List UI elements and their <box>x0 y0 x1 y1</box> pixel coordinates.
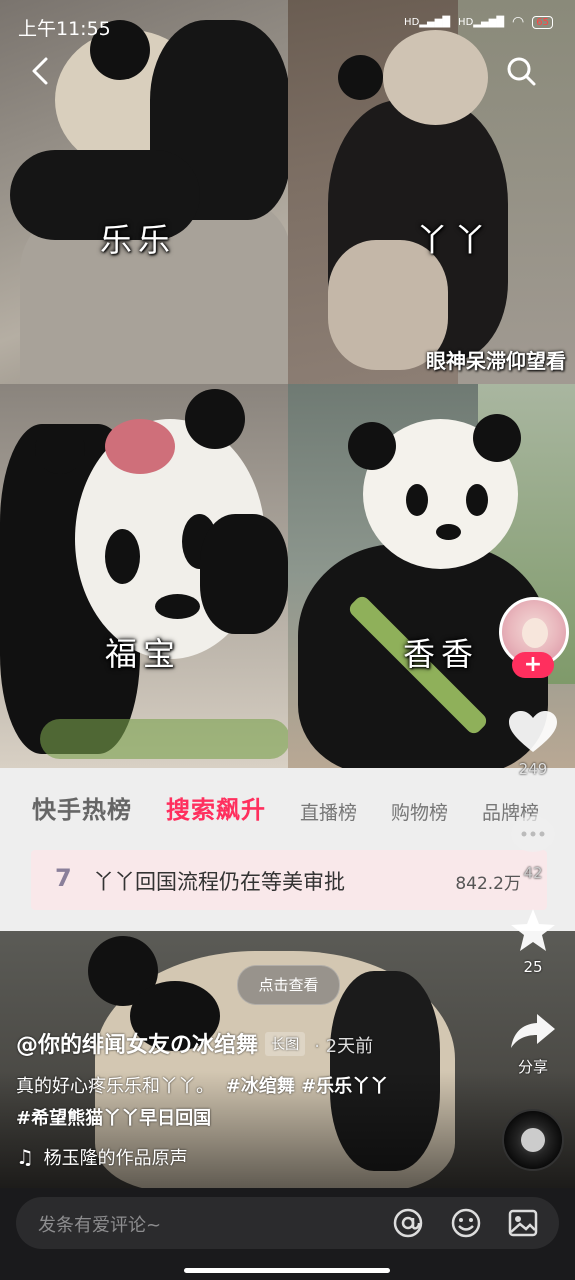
tab-shopping[interactable]: 购物榜 <box>391 798 448 825</box>
photo-tile-fubao[interactable]: 福宝 <box>0 384 288 768</box>
chevron-left-icon <box>32 57 48 85</box>
post-time: · 2天前 <box>314 1036 374 1057</box>
tab-search-rising[interactable]: 搜索飙升 <box>166 790 266 825</box>
status-icons: HD▂▄▆█ HD▂▄▆█ ◠ 65 <box>404 14 553 30</box>
comment-input-bar[interactable]: 发条有爱评论~ <box>16 1197 559 1249</box>
comment-input[interactable]: 发条有爱评论~ <box>38 1211 161 1237</box>
tile-overlay-text: 眼神呆滞仰望看 <box>426 349 566 373</box>
comment-button[interactable]: 42 <box>505 812 561 882</box>
status-time: 上午11:55 <box>18 18 111 40</box>
tile-label-lele: 乐乐 <box>100 221 177 259</box>
emoji-icon[interactable] <box>450 1207 482 1239</box>
signal-icon: HD▂▄▆█ <box>404 16 451 28</box>
tab-kuaishou-hot[interactable]: 快手热榜 <box>32 790 132 825</box>
post-text-line1: 真的好心疼乐乐和丫丫。 #冰绾舞 #乐乐丫丫 <box>16 1072 388 1098</box>
heart-icon <box>509 711 557 752</box>
like-count: 249 <box>518 760 548 778</box>
search-button[interactable] <box>504 54 538 88</box>
tile-label-yaya: 丫丫 <box>416 221 493 259</box>
follow-button[interactable]: + <box>512 652 554 678</box>
comment-count: 42 <box>523 864 543 882</box>
music-note-icon: ♫ <box>16 1145 34 1169</box>
music-disc[interactable] <box>502 1109 564 1171</box>
long-image-badge: 长图 <box>265 1032 306 1056</box>
battery-icon: 65 <box>532 15 553 29</box>
post-meta: @你的绯闻女友の冰绾舞 长图 · 2天前 <box>16 1027 373 1059</box>
view-button[interactable]: 点击查看 <box>237 965 340 1005</box>
music-info[interactable]: ♫ 杨玉隆的作品原声 <box>16 1144 188 1170</box>
plus-icon: + <box>523 652 543 677</box>
hot-item-rank: 7 <box>55 864 72 892</box>
share-label: 分享 <box>517 1058 548 1076</box>
comment-icon <box>511 816 555 852</box>
search-icon <box>507 57 536 86</box>
mention-icon[interactable] <box>392 1207 424 1239</box>
post-text: 真的好心疼乐乐和丫丫。 <box>16 1076 214 1097</box>
collect-button[interactable]: 25 <box>505 906 561 976</box>
hot-item-text: 丫丫回国流程仍在等美审批 <box>93 870 345 894</box>
avatar-face <box>522 618 548 648</box>
author-name[interactable]: @你的绯闻女友の冰绾舞 <box>16 1033 258 1058</box>
image-icon[interactable] <box>507 1207 539 1239</box>
hot-list-panel: 快手热榜 搜索飙升 直播榜 购物榜 品牌榜 7 丫丫回国流程仍在等美审批 842… <box>0 768 575 931</box>
home-indicator[interactable] <box>184 1268 390 1273</box>
share-button[interactable]: 分享 <box>505 1010 561 1077</box>
post-tags[interactable]: #冰绾舞 #乐乐丫丫 <box>226 1076 388 1097</box>
view-button-label: 点击查看 <box>258 976 319 994</box>
tab-live[interactable]: 直播榜 <box>300 798 357 825</box>
hot-list-tabs: 快手热榜 搜索飙升 直播榜 购物榜 品牌榜 <box>32 790 573 825</box>
tile-label-fubao: 福宝 <box>105 635 182 673</box>
signal-icon-2: HD▂▄▆█ <box>458 16 505 28</box>
tile-label-xiangxiang: 香香 <box>403 635 480 673</box>
share-icon <box>511 1014 555 1048</box>
like-button[interactable]: 249 <box>505 708 561 778</box>
back-button[interactable] <box>26 54 56 88</box>
music-name: 杨玉隆的作品原声 <box>43 1148 188 1169</box>
post-tags-line2[interactable]: #希望熊猫丫丫早日回国 <box>16 1104 211 1130</box>
star-icon <box>511 909 555 951</box>
disc-center-icon <box>521 1128 545 1152</box>
collect-count: 25 <box>523 958 543 976</box>
hot-list-item[interactable]: 7 丫丫回国流程仍在等美审批 842.2万 <box>31 850 547 910</box>
wifi-icon: ◠ <box>512 14 525 30</box>
